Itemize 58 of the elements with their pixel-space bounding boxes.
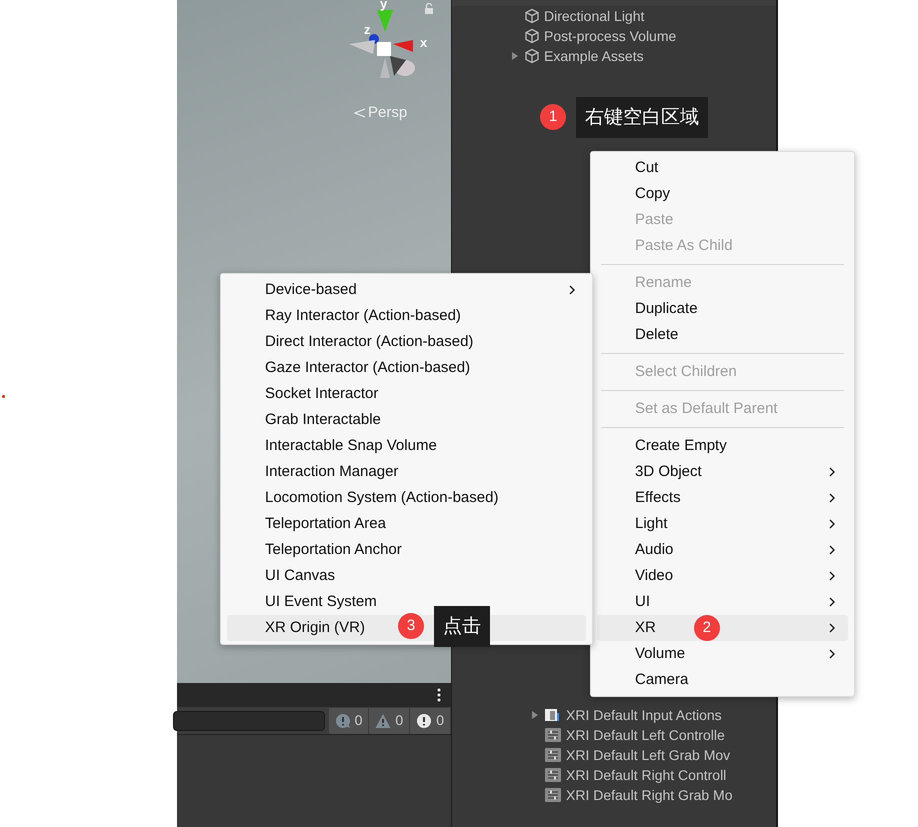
search-field[interactable] bbox=[173, 710, 325, 730]
preset-icon bbox=[544, 767, 562, 783]
lock-icon[interactable] bbox=[424, 3, 434, 14]
asset-item[interactable]: XRI Default Left Controlle bbox=[530, 725, 776, 745]
log-count-toggle[interactable]: 0 bbox=[328, 708, 368, 734]
axis-label: x bbox=[420, 34, 428, 52]
perspective-icon bbox=[354, 107, 366, 120]
cube-icon bbox=[524, 48, 540, 64]
expand-arrow-icon[interactable] bbox=[510, 51, 520, 61]
cube-icon bbox=[524, 28, 540, 44]
chevron-right-icon bbox=[828, 596, 836, 608]
cube-icon bbox=[524, 8, 540, 24]
asset-item[interactable]: XRI Default Right Controll bbox=[530, 765, 776, 785]
chevron-right-icon bbox=[828, 466, 836, 478]
hierarchy-item[interactable]: Post-process Volume bbox=[510, 26, 776, 46]
chevron-right-icon bbox=[828, 518, 836, 530]
menu-item[interactable]: Copy bbox=[597, 181, 848, 207]
menu-item[interactable]: Volume bbox=[597, 641, 848, 667]
chevron-right-icon bbox=[568, 284, 576, 296]
log-count-toggle[interactable]: 0 bbox=[369, 708, 410, 734]
warning-icon bbox=[375, 712, 392, 728]
more-options-icon[interactable] bbox=[437, 688, 441, 702]
log-count-toggle[interactable]: 0 bbox=[410, 708, 450, 734]
menu-item[interactable]: Effects bbox=[597, 485, 848, 511]
menu-item[interactable]: UI bbox=[597, 589, 848, 615]
menu-item[interactable]: 3D Object bbox=[597, 459, 848, 485]
menu-item[interactable]: Create Empty bbox=[597, 433, 848, 459]
axis-label: z bbox=[364, 21, 370, 39]
chevron-right-icon bbox=[828, 622, 836, 634]
hierarchy-item[interactable]: Example Assets bbox=[510, 46, 776, 66]
asset-item[interactable]: XRI Default Right Grab Mo bbox=[530, 785, 776, 805]
menu-item[interactable]: Delete bbox=[597, 322, 848, 348]
annotation-tooltip: 点击 bbox=[434, 606, 490, 646]
asset-icon bbox=[544, 707, 562, 723]
info-bubble-icon bbox=[334, 712, 351, 728]
hierarchy-item[interactable]: Directional Light bbox=[510, 6, 776, 26]
preset-icon bbox=[544, 727, 562, 743]
chevron-right-icon bbox=[828, 492, 836, 504]
preset-icon bbox=[544, 787, 562, 803]
chevron-right-icon bbox=[828, 648, 836, 660]
menu-item[interactable]: Video bbox=[597, 563, 848, 589]
error-icon bbox=[416, 712, 432, 728]
annotation-tooltip: 右键空白区域 bbox=[576, 97, 708, 138]
dot-mark bbox=[2, 395, 5, 398]
step-number: 2 bbox=[694, 615, 720, 641]
menu-item[interactable]: XR 2 bbox=[597, 615, 848, 641]
menu-item[interactable]: Camera bbox=[597, 667, 848, 693]
chevron-right-icon bbox=[828, 570, 836, 582]
expand-arrow-icon[interactable] bbox=[530, 710, 540, 720]
menu-item[interactable]: Cut bbox=[597, 155, 848, 181]
asset-item[interactable]: XRI Default Input Actions bbox=[530, 705, 776, 725]
axis-label: y bbox=[380, 0, 388, 13]
preset-icon bbox=[544, 747, 562, 763]
menu-item[interactable]: Light bbox=[597, 511, 848, 537]
menu-item[interactable]: Duplicate bbox=[597, 296, 848, 322]
menu-item[interactable]: Audio bbox=[597, 537, 848, 563]
chevron-right-icon bbox=[828, 544, 836, 556]
asset-item[interactable]: XRI Default Left Grab Mov bbox=[530, 745, 776, 765]
